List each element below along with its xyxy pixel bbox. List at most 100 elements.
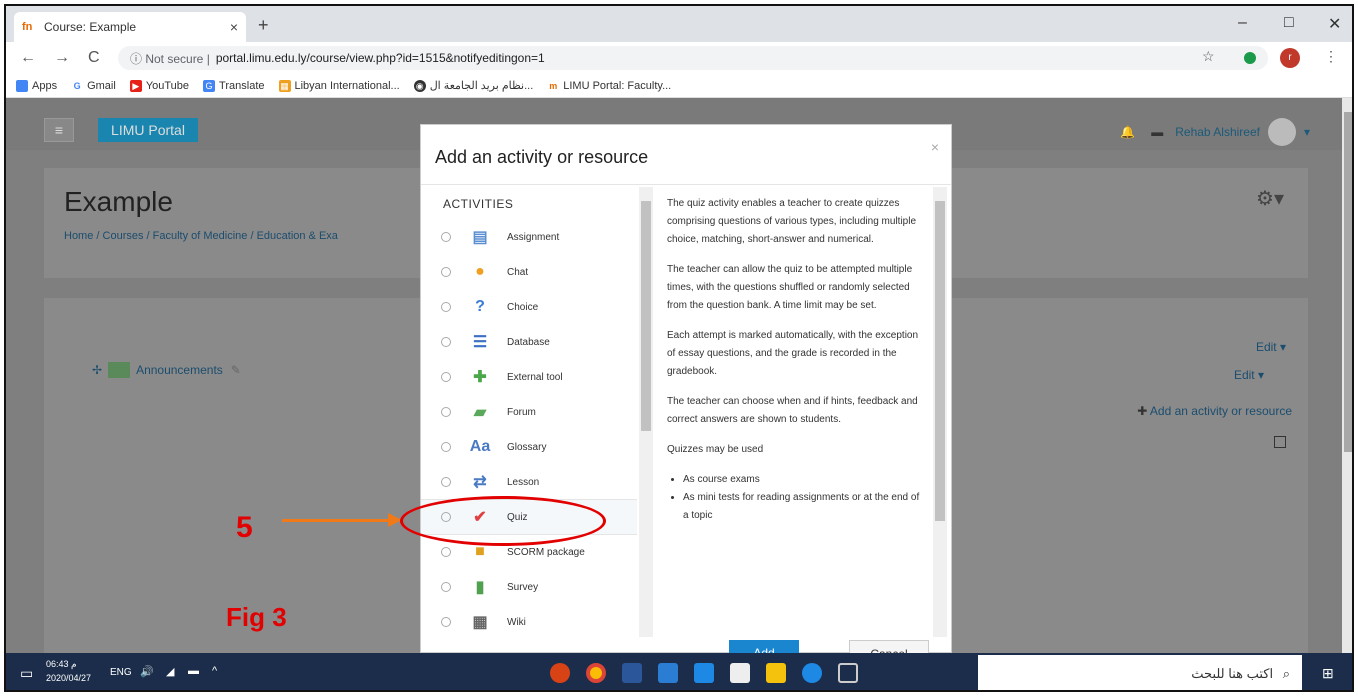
bookmark-youtube[interactable]: ▶ YouTube [129,79,189,92]
cancel-button[interactable]: Cancel [849,640,929,653]
gear-icon[interactable]: ⚙▾ [1256,186,1284,211]
new-tab-button[interactable]: + [258,15,269,36]
profile-avatar[interactable]: r [1280,48,1300,68]
announcements-activity[interactable]: ✢ Announcements ✎ [92,362,241,378]
word-icon[interactable] [658,663,678,683]
scrollbar-thumb[interactable] [1344,112,1352,452]
section-edit-menu[interactable]: Edit ▾ [1256,340,1286,354]
activity-radio[interactable] [441,547,451,557]
add-activity-link[interactable]: ✚ Add an activity or resource [1137,404,1292,418]
activity-option[interactable]: ✚ External tool [421,359,637,395]
drawer-toggle-button[interactable]: ≡ [44,118,74,142]
minimize-button[interactable]: – [1238,14,1247,32]
security-indicator[interactable]: ⓘ Not secure | [130,50,210,67]
browser-menu-icon[interactable]: ⋮ [1324,48,1338,65]
search-placeholder[interactable]: اكتب هنا للبحث [1191,666,1273,681]
activity-label: Wiki [507,616,526,628]
activity-edit-menu[interactable]: Edit ▾ [1234,368,1264,382]
page-content: ≡ LIMU Portal 🔔 ▬ Rehab Alshireef ▾ Exam… [6,98,1342,653]
task-view-icon[interactable] [838,663,858,683]
activity-radio[interactable] [441,582,451,592]
activity-option[interactable]: ▮ Survey [421,569,637,605]
notification-bell-icon[interactable]: 🔔 [1120,125,1135,139]
taskbar-search[interactable]: اكتب هنا للبحث ⌕ [978,655,1302,690]
reload-icon[interactable]: C [88,49,108,67]
chevron-down-icon[interactable]: ▾ [1304,125,1310,139]
browser-tab[interactable]: fn Course: Example × [14,12,246,42]
activity-option[interactable]: ▰ Forum [421,394,637,430]
bookmark-translate[interactable]: G Translate [203,79,265,92]
maximize-button[interactable]: □ [1284,14,1294,32]
activity-icon: Aa [469,438,491,455]
chrome-icon[interactable] [586,663,606,683]
close-tab-icon[interactable]: × [230,19,238,35]
bookmark-university-mail[interactable]: ◉ نظام بريد الجامعة ال... [413,79,533,92]
close-icon[interactable]: × [931,139,939,155]
activity-radio[interactable] [441,267,451,277]
google-icon: G [71,79,84,92]
bookmark-apps[interactable]: Apps [16,79,57,92]
plus-icon: ✚ [1137,404,1150,418]
scrollbar-thumb[interactable] [641,201,651,431]
address-bar[interactable]: ⓘ Not secure | portal.limu.edu.ly/course… [118,46,1268,70]
activity-option[interactable]: ▤ Assignment [421,219,637,255]
wifi-icon[interactable]: ◢ [166,665,174,678]
activity-option[interactable]: ▦ Wiki [421,604,637,637]
page-scrollbar[interactable] [1342,98,1352,653]
announcements-link[interactable]: Announcements [136,363,223,377]
extension-icon[interactable] [1244,52,1256,64]
volume-icon[interactable]: 🔊 [140,665,154,678]
activity-radio[interactable] [441,302,451,312]
activity-list: ACTIVITIES ▤ Assignment ● Chat? Choice ☰ Datab… [421,185,637,637]
language-indicator[interactable]: ENG [110,667,132,678]
pencil-icon[interactable]: ✎ [231,363,241,377]
forward-icon[interactable]: → [54,49,74,67]
clock-time[interactable]: 06:43 م [46,659,77,670]
activity-option[interactable]: ☰ Database [421,324,637,360]
avatar[interactable] [1267,118,1296,146]
back-icon[interactable]: ← [20,49,40,67]
show-hidden-icons[interactable]: ^ [212,665,217,677]
activity-radio[interactable] [441,232,451,242]
clock-date[interactable]: 2020/04/27 [46,673,91,683]
activity-option[interactable]: ● Chat [421,254,637,290]
folder-icon[interactable] [766,663,786,683]
site-brand-link[interactable]: LIMU Portal [98,118,198,142]
moodle-icon: m [547,79,560,92]
store-icon[interactable] [730,663,750,683]
messages-icon[interactable]: ▬ [1151,125,1163,139]
windows-start-icon[interactable]: ⊞ [1322,665,1334,682]
activity-label: Choice [507,301,539,313]
file-icon[interactable] [622,663,642,683]
battery-icon[interactable]: ▬ [188,665,199,677]
mail-icon[interactable] [694,663,714,683]
description-scrollbar[interactable] [933,187,947,637]
add-section-icon[interactable] [1274,436,1286,448]
activity-radio[interactable] [441,337,451,347]
move-icon[interactable]: ✢ [92,363,102,377]
user-name[interactable]: Rehab Alshireef [1175,125,1260,139]
notifications-icon[interactable]: ▭ [20,665,33,682]
activity-radio[interactable] [441,617,451,627]
activity-list-scrollbar[interactable] [639,187,653,637]
activity-radio[interactable] [441,442,451,452]
user-menu[interactable]: 🔔 ▬ Rehab Alshireef ▾ [1120,118,1310,146]
activity-option[interactable]: ? Choice [421,289,637,325]
edge-icon[interactable] [802,663,822,683]
scrollbar-thumb[interactable] [935,201,945,521]
powerpoint-icon[interactable] [550,663,570,683]
breadcrumb[interactable]: Home / Courses / Faculty of Medicine / E… [64,230,338,242]
activity-option[interactable]: Aa Glossary [421,429,637,465]
activity-radio[interactable] [441,372,451,382]
bookmark-libyan-international[interactable]: ▦ Libyan International... [278,79,400,92]
bookmark-gmail[interactable]: G Gmail [71,79,116,92]
activity-option[interactable]: ⇄ Lesson [421,464,637,500]
close-window-button[interactable]: ✕ [1328,14,1341,34]
bookmark-star-icon[interactable]: ☆ [1202,48,1215,65]
activity-radio[interactable] [441,477,451,487]
activity-radio[interactable] [441,407,451,417]
add-button[interactable]: Add [729,640,799,653]
search-icon: ⌕ [1282,666,1290,681]
url-text[interactable]: portal.limu.edu.ly/course/view.php?id=15… [216,51,545,65]
bookmark-limu-portal[interactable]: m LIMU Portal: Faculty... [547,79,671,92]
